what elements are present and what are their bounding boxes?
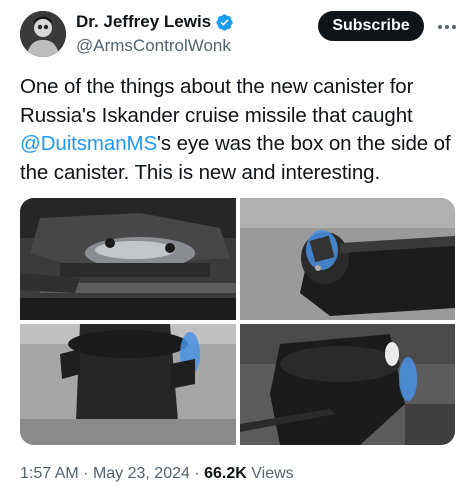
tweet-time[interactable]: 1:57 AM (20, 465, 79, 482)
more-horizontal-icon (438, 25, 456, 29)
media-photo-3[interactable] (20, 324, 236, 445)
subscribe-button[interactable]: Subscribe (318, 11, 424, 41)
meta-separator: · (83, 465, 89, 482)
author-name-row[interactable]: Dr. Jeffrey Lewis (76, 12, 234, 32)
author-display-name[interactable]: Dr. Jeffrey Lewis (76, 12, 211, 32)
tweet-date[interactable]: May 23, 2024 (93, 465, 190, 482)
mention-link[interactable]: @DuitsmanMS (20, 132, 157, 155)
more-options-button[interactable] (436, 17, 458, 37)
media-grid (20, 198, 455, 445)
tweet-text-part: One of the things about the new canister… (20, 75, 414, 127)
avatar-image (20, 11, 66, 57)
views-label: Views (251, 465, 294, 482)
avatar[interactable] (20, 11, 66, 57)
meta-separator: · (194, 465, 200, 482)
views-count: 66.2K (204, 465, 247, 482)
tweet-text: One of the things about the new canister… (20, 73, 456, 187)
verified-badge-icon (215, 13, 234, 32)
media-photo-1[interactable] (20, 198, 236, 320)
media-photo-2[interactable] (240, 198, 455, 320)
media-photo-4[interactable] (240, 324, 455, 445)
tweet-meta: 1:57 AM · May 23, 2024 · 66.2K Views (20, 465, 294, 483)
author-handle[interactable]: @ArmsControlWonk (76, 36, 231, 56)
